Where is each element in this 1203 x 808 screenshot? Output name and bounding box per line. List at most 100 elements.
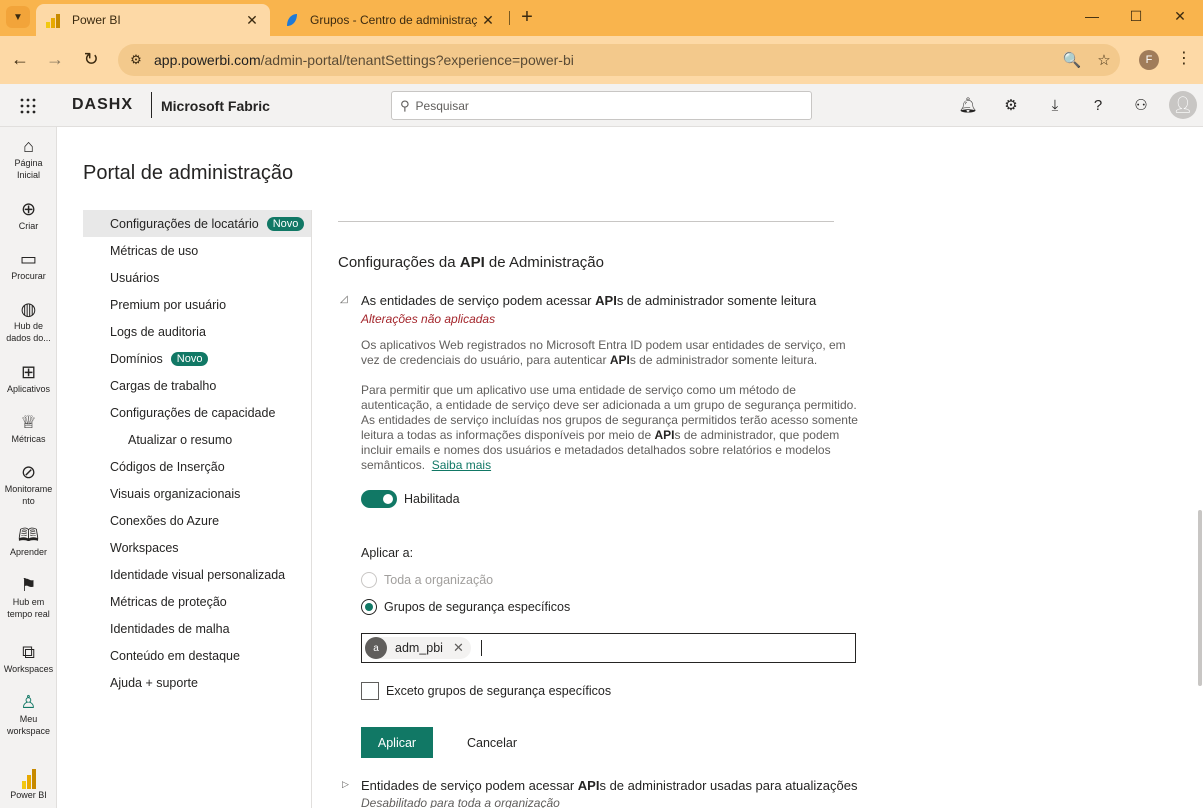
admin-nav-workspaces[interactable]: Workspaces bbox=[83, 534, 312, 561]
text-caret bbox=[481, 640, 482, 656]
radio-specific-groups-label: Grupos de segurança específicos bbox=[384, 600, 571, 614]
back-button[interactable]: ← bbox=[8, 48, 32, 72]
new-badge: Novo bbox=[170, 351, 209, 366]
more-menu-icon[interactable]: ⋮ bbox=[1176, 48, 1192, 68]
my-workspace-icon: ♙ bbox=[20, 692, 37, 712]
admin-nav-embed-codes[interactable]: Códigos de Inserção bbox=[83, 453, 312, 480]
page-title: Portal de administração bbox=[83, 162, 294, 184]
notifications-bell-icon[interactable]: 🔔︎ bbox=[957, 95, 979, 117]
nav-realtime-hub[interactable]: ⚑ Hub em tempo real bbox=[0, 574, 57, 620]
admin-nav-fabric-identities[interactable]: Identidades de malha bbox=[83, 615, 312, 642]
setting-description-detail: Para permitir que um aplicativo use uma … bbox=[361, 383, 858, 472]
setting-status: Alterações não aplicadas bbox=[361, 312, 496, 326]
tab-search-button[interactable]: ▼ bbox=[6, 6, 30, 28]
nav-apps[interactable]: ⊞ Aplicativos bbox=[0, 361, 57, 395]
toggle-knob bbox=[383, 494, 393, 504]
toggle-label: Habilitada bbox=[404, 492, 460, 506]
admin-nav-help-support[interactable]: Ajuda + suporte bbox=[83, 669, 312, 696]
nav-workspaces[interactable]: ⧉ Workspaces bbox=[0, 641, 57, 675]
product-name[interactable]: Microsoft Fabric bbox=[161, 98, 270, 114]
close-icon[interactable]: ✕ bbox=[480, 12, 496, 29]
site-info-icon[interactable]: ⚙ bbox=[118, 52, 154, 68]
settings-gear-icon[interactable]: ⚙ bbox=[1000, 95, 1022, 117]
admin-nav-usage-metrics[interactable]: Métricas de uso bbox=[83, 237, 312, 264]
admin-nav-capacity-settings[interactable]: Configurações de capacidade bbox=[83, 399, 312, 426]
browser-toolbar: ← → ↻ ⚙ app.powerbi.com/admin-portal/ten… bbox=[0, 36, 1203, 84]
admin-nav-users[interactable]: Usuários bbox=[83, 264, 312, 291]
app-header: DASHX Microsoft Fabric ⚲ 🔔︎ ⚙ ⤓ ? ⚇ bbox=[0, 84, 1203, 127]
except-groups-checkbox[interactable] bbox=[361, 682, 379, 700]
zoom-icon[interactable]: 🔍 bbox=[1056, 51, 1088, 69]
admin-nav-protection-metrics[interactable]: Métricas de proteção bbox=[83, 588, 312, 615]
admin-nav-refresh-summary[interactable]: Atualizar o resumo bbox=[83, 426, 312, 453]
apply-to-label: Aplicar a: bbox=[361, 546, 414, 560]
content-divider bbox=[311, 210, 312, 808]
book-icon: 🕮 bbox=[17, 525, 40, 545]
nav-data-hub[interactable]: ◍ Hub de dados do... bbox=[0, 298, 57, 344]
search-icon: ⚲ bbox=[400, 97, 410, 113]
brand-logo[interactable]: DASHX bbox=[72, 96, 133, 114]
tab-title: Power BI bbox=[72, 13, 121, 27]
feedback-people-icon[interactable]: ⚇ bbox=[1130, 95, 1152, 117]
search-box[interactable]: ⚲ bbox=[391, 91, 812, 120]
admin-nav-domains[interactable]: Domínios Novo bbox=[83, 345, 312, 372]
page-scrollbar[interactable] bbox=[1198, 510, 1202, 686]
bookmark-star-icon[interactable]: ☆ bbox=[1088, 51, 1120, 69]
minimize-button[interactable]: — bbox=[1082, 8, 1102, 24]
user-avatar-icon[interactable]: 👤︎ bbox=[1169, 91, 1197, 119]
admin-nav-org-visuals[interactable]: Visuais organizacionais bbox=[83, 480, 312, 507]
monitoring-icon: ⊘ bbox=[20, 462, 37, 482]
admin-portal-nav: Configurações de locatário Novo Métricas … bbox=[83, 210, 312, 696]
nav-powerbi[interactable]: Power BI bbox=[0, 767, 57, 801]
browser-tab-groups[interactable]: Grupos - Centro de administraç ✕ bbox=[274, 4, 506, 36]
expand-triangle-icon[interactable]: ▷ bbox=[342, 779, 349, 790]
admin-nav-tenant-settings[interactable]: Configurações de locatário Novo bbox=[83, 210, 312, 237]
security-group-picker[interactable]: a adm_pbi ✕ bbox=[361, 633, 856, 663]
nav-learn[interactable]: 🕮 Aprender bbox=[0, 524, 57, 558]
new-tab-button[interactable]: + bbox=[516, 7, 538, 29]
remove-chip-icon[interactable]: ✕ bbox=[453, 640, 464, 656]
tab-separator bbox=[509, 11, 510, 25]
collapse-triangle-icon[interactable]: ◿ bbox=[340, 294, 348, 305]
search-input[interactable] bbox=[415, 98, 796, 113]
setting-title-2[interactable]: Entidades de serviço podem acessar APIs … bbox=[361, 778, 857, 793]
close-window-button[interactable]: ✕ bbox=[1170, 8, 1190, 25]
nav-my-workspace[interactable]: ♙ Meu workspace bbox=[0, 691, 57, 737]
radio-specific-groups[interactable] bbox=[361, 599, 377, 615]
data-hub-icon: ◍ bbox=[20, 299, 37, 319]
apps-icon: ⊞ bbox=[20, 362, 37, 382]
close-icon[interactable]: ✕ bbox=[244, 12, 260, 29]
cancel-button[interactable]: Cancelar bbox=[454, 727, 530, 758]
forward-button[interactable]: → bbox=[43, 48, 67, 72]
learn-more-link[interactable]: Saiba mais bbox=[432, 458, 491, 472]
address-bar[interactable]: ⚙ app.powerbi.com/admin-portal/tenantSet… bbox=[118, 44, 1120, 76]
admin-nav-premium-per-user[interactable]: Premium por usuário bbox=[83, 291, 312, 318]
nav-monitoring[interactable]: ⊘ Monitorame nto bbox=[0, 461, 57, 507]
app-launcher-icon[interactable] bbox=[18, 96, 38, 116]
nav-browse[interactable]: ▭ Procurar bbox=[0, 248, 57, 282]
enabled-toggle[interactable] bbox=[361, 490, 397, 508]
url-text[interactable]: app.powerbi.com/admin-portal/tenantSetti… bbox=[154, 52, 1056, 68]
profile-avatar[interactable]: F bbox=[1139, 50, 1159, 70]
reload-button[interactable]: ↻ bbox=[79, 48, 103, 72]
admin-nav-azure-connections[interactable]: Conexões do Azure bbox=[83, 507, 312, 534]
download-icon[interactable]: ⤓ bbox=[1044, 95, 1066, 117]
radio-entire-org-label: Toda a organização bbox=[384, 573, 494, 587]
radio-entire-org[interactable] bbox=[361, 572, 377, 588]
maximize-button[interactable]: ☐ bbox=[1126, 8, 1146, 25]
home-icon: ⌂ bbox=[23, 136, 34, 156]
workspaces-icon: ⧉ bbox=[22, 642, 35, 662]
admin-nav-audit-logs[interactable]: Logs de auditoria bbox=[83, 318, 312, 345]
nav-home[interactable]: ⌂ Página Inicial bbox=[0, 135, 57, 181]
admin-nav-custom-branding[interactable]: Identidade visual personalizada bbox=[83, 561, 312, 588]
admin-nav-featured-content[interactable]: Conteúdo em destaque bbox=[83, 642, 312, 669]
setting-title[interactable]: As entidades de serviço podem acessar AP… bbox=[361, 293, 816, 308]
browser-tab-powerbi[interactable]: Power BI ✕ bbox=[36, 4, 270, 36]
nav-create[interactable]: ⊕ Criar bbox=[0, 198, 57, 232]
help-icon[interactable]: ? bbox=[1087, 95, 1109, 117]
admin-nav-workloads[interactable]: Cargas de trabalho bbox=[83, 372, 312, 399]
nav-metrics[interactable]: ♕ Métricas bbox=[0, 411, 57, 445]
apply-button[interactable]: Aplicar bbox=[361, 727, 433, 758]
setting-description: Os aplicativos Web registrados no Micros… bbox=[361, 338, 846, 367]
group-chip-label: adm_pbi bbox=[395, 641, 443, 655]
